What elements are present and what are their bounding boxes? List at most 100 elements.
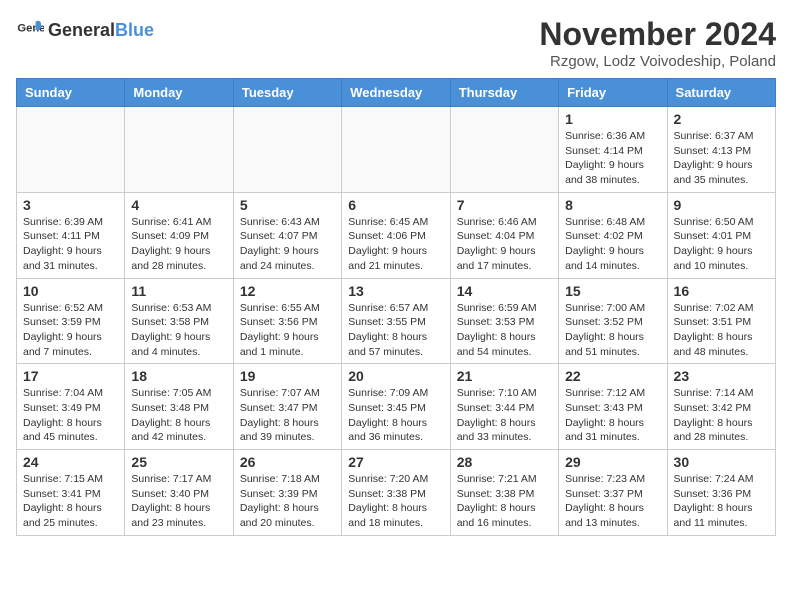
calendar-cell-1-6: 9 Sunrise: 6:50 AM Sunset: 4:01 PM Daylig…	[667, 192, 775, 278]
day-info: Sunrise: 6:37 AM Sunset: 4:13 PM Dayligh…	[674, 129, 769, 188]
day-number: 26	[240, 454, 335, 470]
day-info: Sunrise: 6:50 AM Sunset: 4:01 PM Dayligh…	[674, 215, 769, 274]
day-number: 9	[674, 197, 769, 213]
month-title: November 2024	[539, 16, 776, 53]
day-info: Sunrise: 7:09 AM Sunset: 3:45 PM Dayligh…	[348, 386, 443, 445]
day-info: Sunrise: 6:48 AM Sunset: 4:02 PM Dayligh…	[565, 215, 660, 274]
calendar-cell-0-5: 1 Sunrise: 6:36 AM Sunset: 4:14 PM Daylig…	[559, 107, 667, 193]
day-number: 6	[348, 197, 443, 213]
day-info: Sunrise: 7:10 AM Sunset: 3:44 PM Dayligh…	[457, 386, 552, 445]
day-info: Sunrise: 6:46 AM Sunset: 4:04 PM Dayligh…	[457, 215, 552, 274]
day-number: 18	[131, 368, 226, 384]
calendar-cell-1-3: 6 Sunrise: 6:45 AM Sunset: 4:06 PM Daylig…	[342, 192, 450, 278]
day-number: 23	[674, 368, 769, 384]
calendar-cell-4-2: 26 Sunrise: 7:18 AM Sunset: 3:39 PM Dayli…	[233, 450, 341, 536]
day-number: 13	[348, 283, 443, 299]
page-header: General GeneralBlue November 2024 Rzgow,…	[16, 16, 776, 70]
day-info: Sunrise: 6:52 AM Sunset: 3:59 PM Dayligh…	[23, 301, 118, 360]
header-thursday: Thursday	[450, 79, 558, 107]
day-info: Sunrise: 6:36 AM Sunset: 4:14 PM Dayligh…	[565, 129, 660, 188]
calendar-cell-0-6: 2Sunrise: 6:37 AM Sunset: 4:13 PM Daylig…	[667, 107, 775, 193]
day-info: Sunrise: 7:14 AM Sunset: 3:42 PM Dayligh…	[674, 386, 769, 445]
day-number: 19	[240, 368, 335, 384]
calendar-cell-4-5: 29Sunrise: 7:23 AM Sunset: 3:37 PM Dayli…	[559, 450, 667, 536]
week-row-3: 10 Sunrise: 6:52 AM Sunset: 3:59 PM Dayli…	[17, 278, 776, 364]
day-number: 22	[565, 368, 660, 384]
day-info: Sunrise: 6:55 AM Sunset: 3:56 PM Dayligh…	[240, 301, 335, 360]
day-number: 3	[23, 197, 118, 213]
day-number: 24	[23, 454, 118, 470]
calendar-cell-1-2: 5 Sunrise: 6:43 AM Sunset: 4:07 PM Daylig…	[233, 192, 341, 278]
logo-blue: Blue	[115, 20, 154, 40]
day-number: 11	[131, 283, 226, 299]
calendar-cell-2-2: 12 Sunrise: 6:55 AM Sunset: 3:56 PM Dayli…	[233, 278, 341, 364]
day-info: Sunrise: 7:05 AM Sunset: 3:48 PM Dayligh…	[131, 386, 226, 445]
day-number: 5	[240, 197, 335, 213]
day-info: Sunrise: 7:24 AM Sunset: 3:36 PM Dayligh…	[674, 472, 769, 531]
day-number: 12	[240, 283, 335, 299]
week-row-4: 17Sunrise: 7:04 AM Sunset: 3:49 PM Dayli…	[17, 364, 776, 450]
calendar-cell-4-0: 24 Sunrise: 7:15 AM Sunset: 3:41 PM Dayli…	[17, 450, 125, 536]
calendar-cell-3-1: 18 Sunrise: 7:05 AM Sunset: 3:48 PM Dayli…	[125, 364, 233, 450]
calendar-cell-3-4: 21 Sunrise: 7:10 AM Sunset: 3:44 PM Dayli…	[450, 364, 558, 450]
calendar-cell-3-6: 23 Sunrise: 7:14 AM Sunset: 3:42 PM Dayli…	[667, 364, 775, 450]
location-title: Rzgow, Lodz Voivodeship, Poland	[539, 53, 776, 70]
day-info: Sunrise: 7:00 AM Sunset: 3:52 PM Dayligh…	[565, 301, 660, 360]
logo: General GeneralBlue	[16, 16, 154, 44]
week-row-5: 24 Sunrise: 7:15 AM Sunset: 3:41 PM Dayli…	[17, 450, 776, 536]
day-info: Sunrise: 6:41 AM Sunset: 4:09 PM Dayligh…	[131, 215, 226, 274]
day-number: 29	[565, 454, 660, 470]
logo-icon: General	[16, 16, 44, 44]
day-info: Sunrise: 7:15 AM Sunset: 3:41 PM Dayligh…	[23, 472, 118, 531]
calendar-cell-2-6: 16Sunrise: 7:02 AM Sunset: 3:51 PM Dayli…	[667, 278, 775, 364]
day-number: 21	[457, 368, 552, 384]
calendar-cell-1-4: 7Sunrise: 6:46 AM Sunset: 4:04 PM Daylig…	[450, 192, 558, 278]
day-info: Sunrise: 6:39 AM Sunset: 4:11 PM Dayligh…	[23, 215, 118, 274]
day-number: 30	[674, 454, 769, 470]
day-info: Sunrise: 7:12 AM Sunset: 3:43 PM Dayligh…	[565, 386, 660, 445]
header-wednesday: Wednesday	[342, 79, 450, 107]
calendar-cell-2-0: 10 Sunrise: 6:52 AM Sunset: 3:59 PM Dayli…	[17, 278, 125, 364]
day-info: Sunrise: 7:07 AM Sunset: 3:47 PM Dayligh…	[240, 386, 335, 445]
day-number: 14	[457, 283, 552, 299]
calendar-cell-4-1: 25Sunrise: 7:17 AM Sunset: 3:40 PM Dayli…	[125, 450, 233, 536]
day-number: 28	[457, 454, 552, 470]
day-number: 16	[674, 283, 769, 299]
day-info: Sunrise: 7:04 AM Sunset: 3:49 PM Dayligh…	[23, 386, 118, 445]
calendar-cell-1-0: 3 Sunrise: 6:39 AM Sunset: 4:11 PM Daylig…	[17, 192, 125, 278]
day-info: Sunrise: 6:57 AM Sunset: 3:55 PM Dayligh…	[348, 301, 443, 360]
day-number: 20	[348, 368, 443, 384]
calendar-cell-3-3: 20 Sunrise: 7:09 AM Sunset: 3:45 PM Dayli…	[342, 364, 450, 450]
day-number: 25	[131, 454, 226, 470]
calendar-cell-3-0: 17Sunrise: 7:04 AM Sunset: 3:49 PM Dayli…	[17, 364, 125, 450]
day-info: Sunrise: 7:21 AM Sunset: 3:38 PM Dayligh…	[457, 472, 552, 531]
calendar-cell-1-1: 4 Sunrise: 6:41 AM Sunset: 4:09 PM Daylig…	[125, 192, 233, 278]
calendar-cell-1-5: 8 Sunrise: 6:48 AM Sunset: 4:02 PM Daylig…	[559, 192, 667, 278]
day-info: Sunrise: 6:59 AM Sunset: 3:53 PM Dayligh…	[457, 301, 552, 360]
day-info: Sunrise: 6:45 AM Sunset: 4:06 PM Dayligh…	[348, 215, 443, 274]
day-info: Sunrise: 6:43 AM Sunset: 4:07 PM Dayligh…	[240, 215, 335, 274]
calendar-cell-3-2: 19 Sunrise: 7:07 AM Sunset: 3:47 PM Dayli…	[233, 364, 341, 450]
week-row-2: 3 Sunrise: 6:39 AM Sunset: 4:11 PM Daylig…	[17, 192, 776, 278]
day-info: Sunrise: 7:20 AM Sunset: 3:38 PM Dayligh…	[348, 472, 443, 531]
calendar-header-row: Sunday Monday Tuesday Wednesday Thursday…	[17, 79, 776, 107]
calendar-cell-2-4: 14 Sunrise: 6:59 AM Sunset: 3:53 PM Dayli…	[450, 278, 558, 364]
day-number: 8	[565, 197, 660, 213]
logo-general: General	[48, 20, 115, 40]
calendar-cell-2-5: 15 Sunrise: 7:00 AM Sunset: 3:52 PM Dayli…	[559, 278, 667, 364]
day-number: 15	[565, 283, 660, 299]
header-sunday: Sunday	[17, 79, 125, 107]
calendar-cell-0-4	[450, 107, 558, 193]
calendar-cell-2-1: 11Sunrise: 6:53 AM Sunset: 3:58 PM Dayli…	[125, 278, 233, 364]
header-friday: Friday	[559, 79, 667, 107]
header-monday: Monday	[125, 79, 233, 107]
calendar-cell-4-4: 28 Sunrise: 7:21 AM Sunset: 3:38 PM Dayli…	[450, 450, 558, 536]
calendar-cell-3-5: 22 Sunrise: 7:12 AM Sunset: 3:43 PM Dayli…	[559, 364, 667, 450]
day-number: 10	[23, 283, 118, 299]
calendar-cell-0-3	[342, 107, 450, 193]
day-number: 4	[131, 197, 226, 213]
day-number: 27	[348, 454, 443, 470]
day-info: Sunrise: 7:18 AM Sunset: 3:39 PM Dayligh…	[240, 472, 335, 531]
day-number: 1	[565, 111, 660, 127]
title-section: November 2024 Rzgow, Lodz Voivodeship, P…	[539, 16, 776, 70]
